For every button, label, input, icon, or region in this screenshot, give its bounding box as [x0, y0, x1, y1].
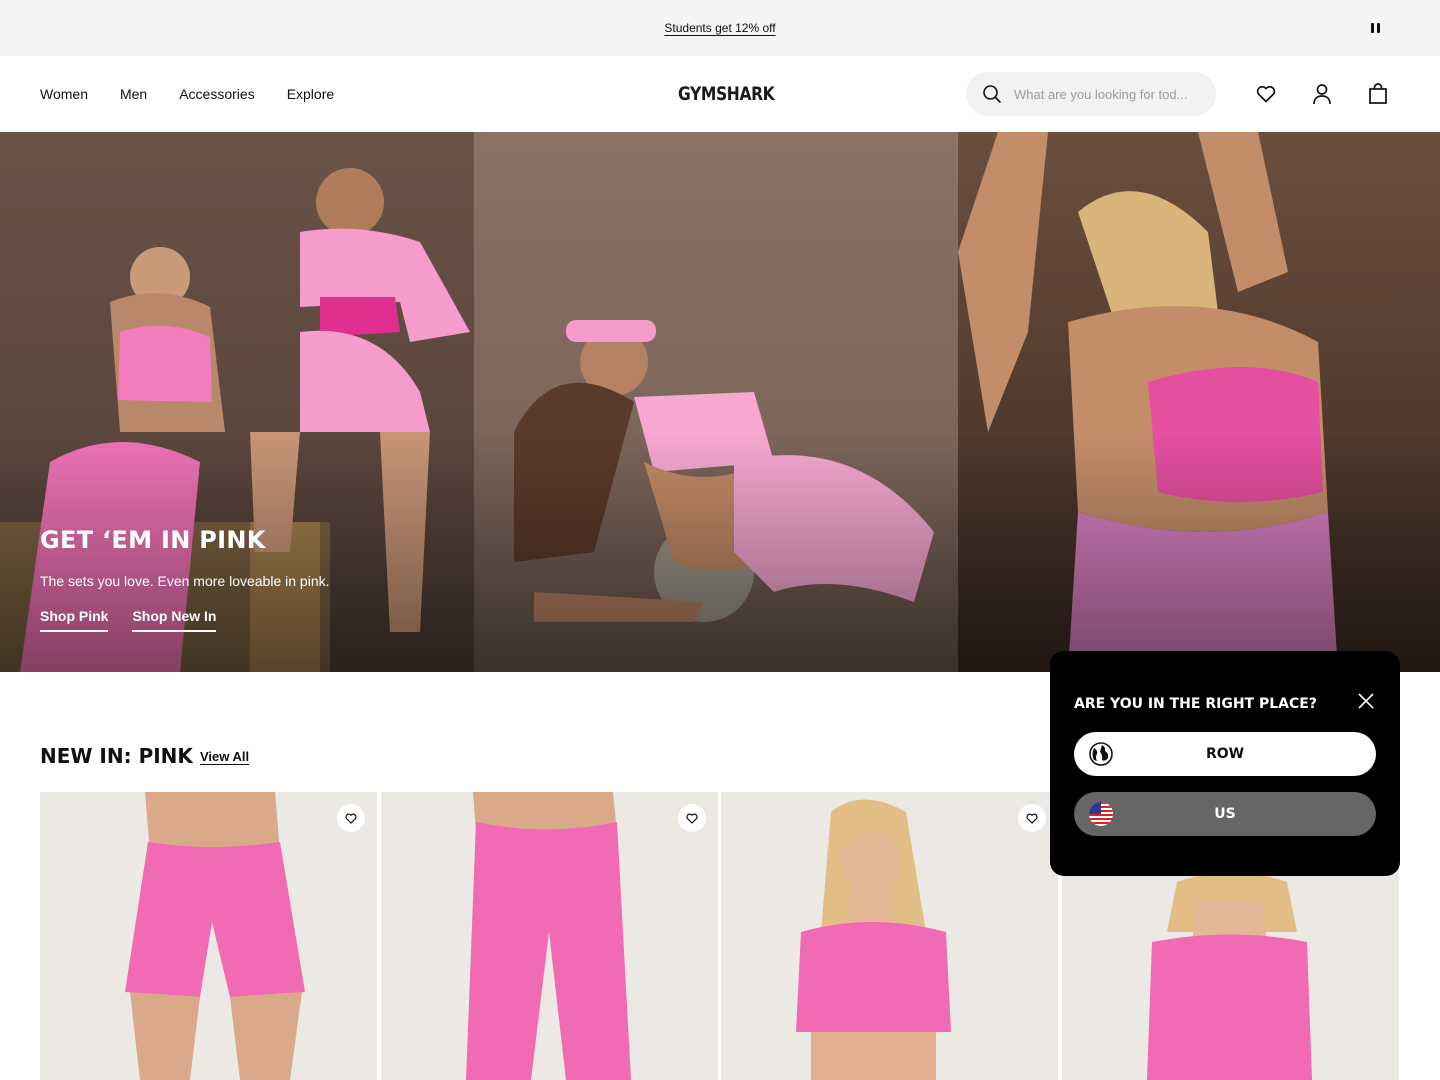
pause-icon[interactable]	[1368, 20, 1382, 36]
heart-icon	[686, 813, 698, 824]
region-row-label: ROW	[1205, 746, 1245, 762]
hero-subtitle: The sets you love. Even more loveable in…	[40, 573, 330, 589]
heart-icon	[1026, 813, 1038, 824]
search-input[interactable]	[1014, 86, 1204, 102]
brand-logo[interactable]: GYMSHARK	[678, 83, 775, 105]
bag-icon[interactable]	[1366, 82, 1390, 106]
close-icon[interactable]	[1356, 691, 1376, 711]
us-flag-icon	[1089, 802, 1113, 826]
hero-banner[interactable]: GET ‘EM IN PINK The sets you love. Even …	[0, 132, 1440, 672]
section-title: NEW IN: PINK	[40, 744, 193, 768]
nav-explore[interactable]: Explore	[287, 86, 334, 102]
region-row-button[interactable]: ROW	[1074, 732, 1376, 776]
search-icon	[983, 85, 1001, 103]
nav-men[interactable]: Men	[120, 86, 147, 102]
user-icon[interactable]	[1310, 82, 1334, 106]
modal-title: ARE YOU IN THE RIGHT PLACE?	[1074, 696, 1317, 712]
region-us-label: US	[1214, 806, 1236, 822]
shop-new-in-link[interactable]: Shop New In	[132, 608, 217, 632]
region-modal: ARE YOU IN THE RIGHT PLACE? ROW US	[1050, 651, 1400, 876]
product-image	[796, 799, 951, 1080]
wishlist-button[interactable]	[1018, 804, 1046, 832]
wishlist-button[interactable]	[678, 804, 706, 832]
globe-icon	[1089, 742, 1113, 766]
view-all-link[interactable]: View All	[200, 749, 249, 764]
search-bar[interactable]	[966, 72, 1216, 116]
hero-links: Shop Pink Shop New In	[40, 608, 217, 632]
shop-pink-link[interactable]: Shop Pink	[40, 608, 109, 632]
product-card[interactable]	[381, 792, 718, 1080]
promo-bar: Students get 12% off	[0, 0, 1440, 56]
site-header: Women Men Accessories Explore GYMSHARK	[0, 56, 1440, 132]
product-image	[125, 792, 305, 1080]
product-card[interactable]	[721, 792, 1058, 1080]
nav-accessories[interactable]: Accessories	[179, 86, 254, 102]
nav-women[interactable]: Women	[40, 86, 88, 102]
hero-title: GET ‘EM IN PINK	[40, 526, 266, 554]
wishlist-button[interactable]	[337, 804, 365, 832]
heart-icon[interactable]	[1254, 82, 1278, 106]
product-card[interactable]	[40, 792, 377, 1080]
product-image	[466, 792, 631, 1080]
region-us-button[interactable]: US	[1074, 792, 1376, 836]
promo-link[interactable]: Students get 12% off	[664, 21, 775, 35]
heart-icon	[345, 813, 357, 824]
main-nav: Women Men Accessories Explore	[40, 56, 334, 132]
